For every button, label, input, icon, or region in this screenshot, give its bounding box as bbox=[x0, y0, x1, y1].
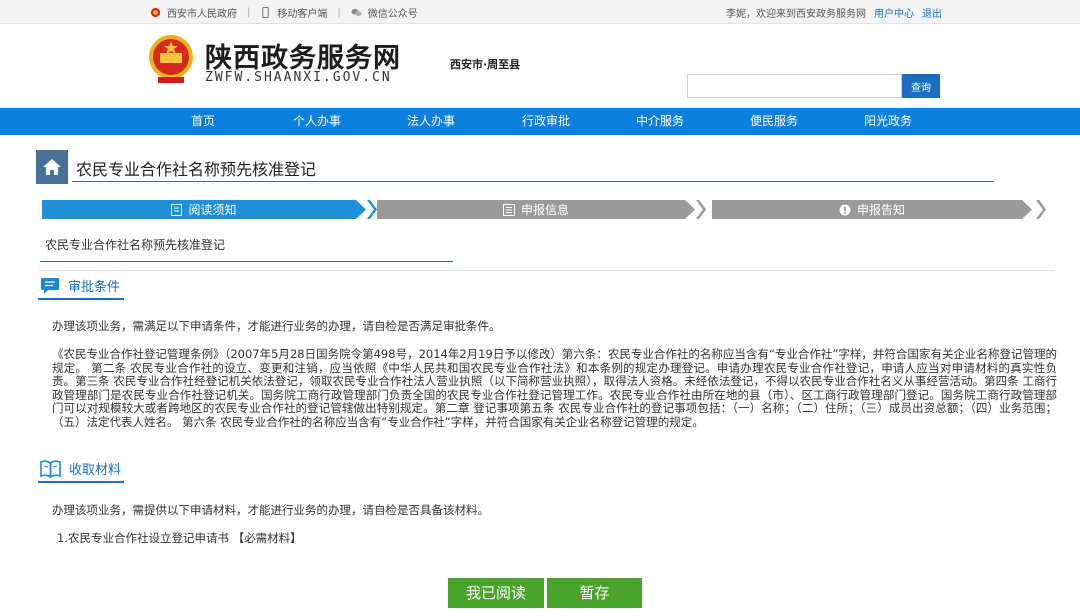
nav-item-home[interactable]: 首页 bbox=[163, 108, 243, 135]
national-emblem-icon bbox=[149, 35, 193, 83]
nav-item-transparency[interactable]: 阳光政务 bbox=[848, 108, 928, 135]
home-icon bbox=[43, 159, 61, 175]
conditions-heading: 审批条件 bbox=[40, 276, 120, 295]
item-subject: 农民专业合作社名称预先核准登记 bbox=[45, 238, 226, 252]
page-title: 农民专业合作社名称预先核准登记 bbox=[76, 160, 317, 179]
step-label: 阅读须知 bbox=[188, 203, 237, 217]
book-icon bbox=[40, 459, 61, 478]
mobile-icon bbox=[262, 7, 270, 18]
logout-link[interactable]: 退出 bbox=[922, 5, 942, 20]
conditions-underline bbox=[38, 298, 124, 300]
search-input[interactable] bbox=[687, 74, 902, 98]
site-header: 陕西政务服务网 ZWFW.SHAANXI.GOV.CN 西安市·周至县 查询 bbox=[0, 24, 1080, 108]
home-badge[interactable] bbox=[36, 150, 68, 184]
conditions-intro: 办理该项业务，需满足以下申请条件，才能进行业务的办理，请自检是否满足审批条件。 bbox=[52, 319, 501, 333]
progress-steps: 阅读须知 申报信息 申报告知 bbox=[42, 200, 1050, 219]
user-area: 李妮，欢迎来到西安政务服务网 用户中心 退出 bbox=[726, 5, 942, 20]
step-chevron-icon bbox=[1036, 200, 1046, 219]
nav-item-legal-entity[interactable]: 法人办事 bbox=[391, 108, 471, 135]
nav-item-intermediary[interactable]: 中介服务 bbox=[620, 108, 700, 135]
materials-heading: 收取材料 bbox=[40, 459, 121, 478]
subject-underline bbox=[40, 261, 453, 262]
emblem-icon bbox=[150, 7, 161, 18]
separator: | bbox=[337, 7, 341, 18]
top-links: 西安市人民政府 | 移动客户端 | 微信公众号 bbox=[150, 5, 418, 20]
conditions-body: 《农民专业合作社登记管理条例》（2007年5月28日国务院令第498号，2014… bbox=[52, 347, 1057, 429]
step-submit-info[interactable]: 申报信息 bbox=[377, 200, 695, 219]
section-title: 审批条件 bbox=[68, 280, 121, 295]
step-label: 申报告知 bbox=[856, 203, 905, 217]
read-confirm-button[interactable]: 我已阅读 bbox=[448, 578, 544, 608]
wechat-link[interactable]: 微信公众号 bbox=[368, 5, 418, 20]
materials-underline bbox=[38, 481, 124, 483]
step-chevron-icon bbox=[696, 200, 706, 219]
site-url: ZWFW.SHAANXI.GOV.CN bbox=[205, 70, 392, 85]
step-chevron-icon bbox=[367, 200, 377, 219]
top-bar: 西安市人民政府 | 移动客户端 | 微信公众号 李妮，欢迎来到西安政务服务网 用… bbox=[0, 0, 1080, 24]
materials-intro: 办理该项业务，需提供以下申请材料，才能进行业务的办理，请自检是否具备该材料。 bbox=[52, 503, 489, 517]
wechat-icon bbox=[351, 8, 362, 17]
list-icon bbox=[502, 203, 515, 216]
divider bbox=[38, 270, 1054, 271]
main-nav: 首页 个人办事 法人办事 行政审批 中介服务 便民服务 阳光政务 bbox=[0, 108, 1080, 135]
title-underline bbox=[72, 181, 994, 182]
location-label[interactable]: 西安市·周至县 bbox=[450, 56, 520, 72]
step-submit-notice[interactable]: 申报告知 bbox=[712, 200, 1032, 219]
page-header: 农民专业合作社名称预先核准登记 bbox=[36, 150, 996, 184]
separator: | bbox=[247, 7, 251, 18]
gov-link[interactable]: 西安市人民政府 bbox=[167, 5, 237, 20]
nav-item-personal[interactable]: 个人办事 bbox=[277, 108, 357, 135]
save-draft-button[interactable]: 暂存 bbox=[547, 578, 642, 608]
mobile-link[interactable]: 移动客户端 bbox=[277, 5, 327, 20]
chat-icon bbox=[41, 277, 59, 294]
search-button[interactable]: 查询 bbox=[902, 74, 940, 98]
user-center-link[interactable]: 用户中心 bbox=[874, 5, 914, 20]
step-label: 申报信息 bbox=[520, 203, 569, 217]
section-title: 收取材料 bbox=[69, 463, 122, 478]
step-read-notice[interactable]: 阅读须知 bbox=[42, 200, 366, 219]
document-icon bbox=[171, 203, 183, 216]
nav-item-convenience[interactable]: 便民服务 bbox=[734, 108, 814, 135]
alert-icon bbox=[839, 204, 851, 215]
material-item: 1.农民专业合作社设立登记申请书 【必需材料】 bbox=[57, 531, 302, 545]
welcome-text: 李妮，欢迎来到西安政务服务网 bbox=[726, 9, 866, 20]
nav-item-approval[interactable]: 行政审批 bbox=[506, 108, 586, 135]
